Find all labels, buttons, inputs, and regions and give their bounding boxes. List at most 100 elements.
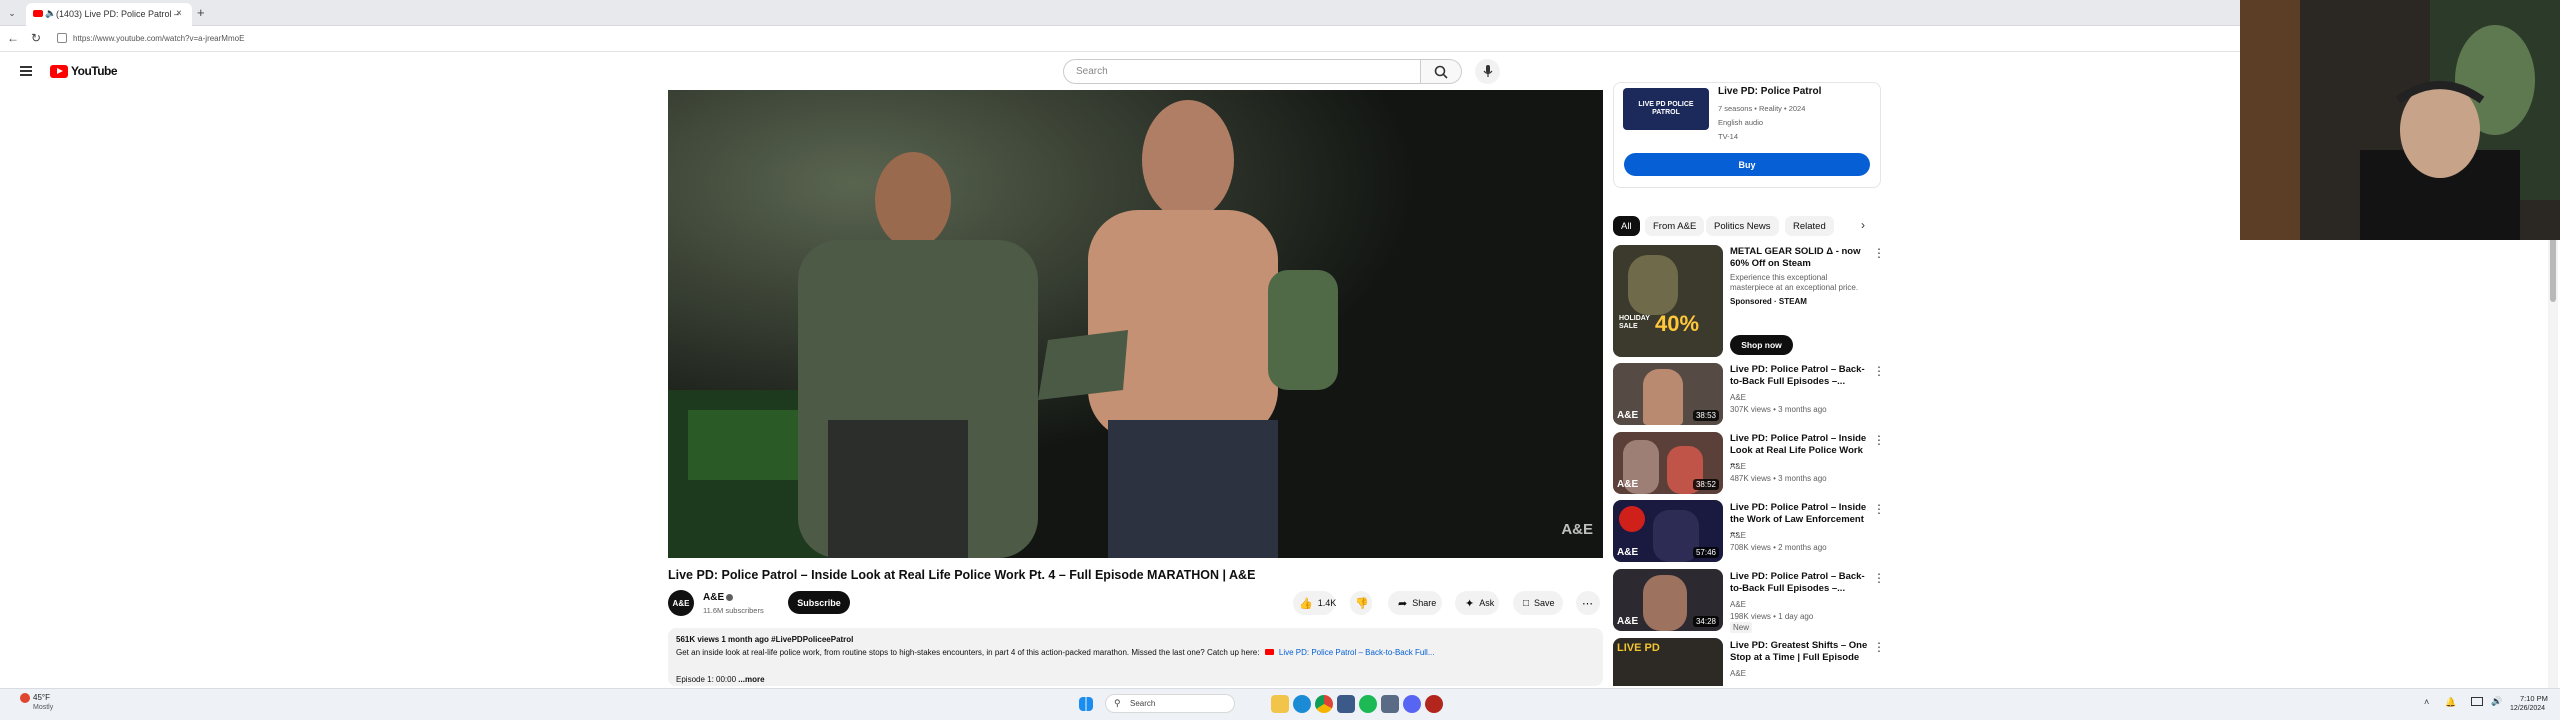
ad-title[interactable]: METAL GEAR SOLID Δ - now 60% Off on Stea… xyxy=(1730,246,1870,270)
tab-title: (1403) Live PD: Police Patrol – xyxy=(56,9,180,19)
discord-icon[interactable] xyxy=(1403,695,1421,713)
rec-title[interactable]: Live PD: Police Patrol – Inside the Work… xyxy=(1730,502,1870,538)
episode-timestamp[interactable]: Episode 1: 00:00 xyxy=(676,675,736,684)
game-app-icon[interactable] xyxy=(1425,695,1443,713)
network-icon[interactable] xyxy=(2471,697,2483,706)
chip-all[interactable]: All xyxy=(1613,216,1640,236)
like-button[interactable]: 👍 1.4K xyxy=(1293,591,1336,615)
more-actions-button[interactable]: ⋯ xyxy=(1576,591,1600,615)
edge-icon[interactable] xyxy=(1293,695,1311,713)
description-link[interactable]: Live PD: Police Patrol – Back-to-Back Fu… xyxy=(1279,648,1435,657)
chip-politics-news[interactable]: Politics News xyxy=(1706,216,1779,236)
windows-start-icon[interactable] xyxy=(1079,697,1093,711)
show-title: Live PD: Police Patrol xyxy=(1718,86,1822,97)
chip-related[interactable]: Related xyxy=(1785,216,1834,236)
file-explorer-icon[interactable] xyxy=(1271,695,1289,713)
rec-stats: 307K views • 3 months ago xyxy=(1730,405,1827,414)
ad-cta-label: Shop now xyxy=(1741,340,1782,350)
clock-date[interactable]: 12/26/2024 xyxy=(2510,705,2545,712)
video-duration: 38:53 xyxy=(1692,410,1719,421)
volume-icon[interactable]: 🔊 xyxy=(2491,696,2502,707)
video-player[interactable]: A&E xyxy=(668,90,1603,558)
save-button[interactable]: □ Save xyxy=(1513,591,1563,615)
youtube-logo[interactable]: YouTube xyxy=(50,63,118,79)
browser-tab-active[interactable]: 🔈 (1403) Live PD: Police Patrol – × xyxy=(26,3,192,26)
search-button[interactable] xyxy=(1421,59,1462,84)
rec-channel: A&E xyxy=(1730,531,1747,540)
rec-thumbnail[interactable]: A&E 34:28 xyxy=(1613,569,1723,631)
video-frame xyxy=(668,90,1603,558)
spotify-icon[interactable] xyxy=(1359,695,1377,713)
dislike-button[interactable]: 👎 xyxy=(1350,591,1372,615)
search-icon xyxy=(1434,65,1448,79)
app-icon[interactable] xyxy=(1381,695,1399,713)
rec-thumbnail[interactable]: A&E 38:53 xyxy=(1613,363,1723,425)
channel-name[interactable]: A&E xyxy=(703,592,724,603)
chip-from-ae[interactable]: From A&E xyxy=(1645,216,1705,236)
rec-title[interactable]: Live PD: Police Patrol – Back-to-Back Fu… xyxy=(1730,571,1870,595)
notification-bell-icon[interactable]: 🔔 xyxy=(2445,697,2456,708)
taskbar-search-icon: ⚲ xyxy=(1114,698,1121,708)
ad-more-icon[interactable]: ⋮ xyxy=(1873,246,1885,260)
ask-button[interactable]: ✦ Ask xyxy=(1455,591,1499,615)
video-duration: 57:46 xyxy=(1692,547,1719,558)
subscribe-label: Subscribe xyxy=(797,597,841,608)
rec-channel: A&E xyxy=(1730,393,1747,402)
new-badge: New xyxy=(1730,622,1753,633)
clock-time[interactable]: 7:10 PM xyxy=(2520,694,2548,703)
rec-thumbnail[interactable]: A&E 57:46 xyxy=(1613,500,1723,562)
close-tab-icon[interactable]: × xyxy=(176,8,182,19)
weather-icon[interactable] xyxy=(20,693,30,703)
youtube-play-icon xyxy=(50,64,68,78)
save-label: Save xyxy=(1534,598,1555,608)
subscribe-button[interactable]: Subscribe xyxy=(788,591,850,614)
rec-title[interactable]: Live PD: Police Patrol – Inside Look at … xyxy=(1730,433,1870,469)
description-body: Get an inside look at real-life police w… xyxy=(676,648,1260,657)
tray-chevron-icon[interactable]: ˄ xyxy=(2424,697,2429,707)
weather-temp[interactable]: 45°F xyxy=(33,693,50,702)
bookmark-icon: □ xyxy=(1523,597,1530,609)
video-title: Live PD: Police Patrol – Inside Look at … xyxy=(668,568,1256,582)
description-episode: Episode 1: 00:00 ...more xyxy=(676,675,765,684)
rec-more-icon[interactable]: ⋮ xyxy=(1873,364,1885,378)
address-bar: ← ↻ https://www.youtube.com/watch?v=a-jr… xyxy=(0,26,2240,52)
chrome-icon[interactable] xyxy=(1315,695,1333,713)
ad-thumb-small: HOLIDAY SALE xyxy=(1619,315,1650,330)
rec-stats: 198K views • 1 day ago xyxy=(1730,612,1814,621)
ad-cta-button[interactable]: Shop now xyxy=(1730,335,1793,355)
ad-thumb-big: 40% xyxy=(1655,311,1700,336)
url-field[interactable]: https://www.youtube.com/watch?v=a-jrearM… xyxy=(73,34,244,43)
rec-title[interactable]: Live PD: Police Patrol – Back-to-Back Fu… xyxy=(1730,364,1870,388)
chevron-right-icon[interactable]: › xyxy=(1861,218,1865,232)
buy-button[interactable]: Buy xyxy=(1624,153,1870,176)
channel-avatar[interactable]: A&E xyxy=(668,590,694,616)
ae-logo-icon: A&E xyxy=(1617,479,1639,490)
rec-more-icon[interactable]: ⋮ xyxy=(1873,502,1885,516)
tab-list-icon[interactable]: ⌄ xyxy=(6,7,18,19)
site-info-icon[interactable] xyxy=(57,33,67,43)
show-more-link[interactable]: ...more xyxy=(738,675,764,684)
taskbar-search[interactable]: ⚲ Search xyxy=(1105,694,1235,713)
show-thumbnail[interactable]: LIVE PD POLICE PATROL xyxy=(1623,88,1709,130)
menu-icon[interactable] xyxy=(20,66,32,76)
ae-logo-icon: A&E xyxy=(1617,410,1639,421)
rec-thumbnail[interactable]: A&E 38:52 xyxy=(1613,432,1723,494)
rec-more-icon[interactable]: ⋮ xyxy=(1873,640,1885,654)
thumb-figure xyxy=(1643,369,1683,425)
new-tab-icon[interactable]: + xyxy=(197,5,205,20)
refresh-icon[interactable]: ↻ xyxy=(31,31,41,45)
search-input[interactable]: Search xyxy=(1063,59,1421,84)
share-button[interactable]: ➦ Share xyxy=(1388,591,1442,615)
show-thumb-text: LIVE PD POLICE PATROL xyxy=(1638,101,1694,116)
speaker-icon: 🔈 xyxy=(45,8,57,18)
rec-thumbnail[interactable]: LIVE PD xyxy=(1613,638,1723,686)
calculator-icon[interactable] xyxy=(1337,695,1355,713)
ae-logo-icon: A&E xyxy=(1617,616,1639,627)
rec-title[interactable]: Live PD: Greatest Shifts – One Stop at a… xyxy=(1730,640,1870,664)
rec-more-icon[interactable]: ⋮ xyxy=(1873,433,1885,447)
ad-thumbnail[interactable]: HOLIDAY SALE 40% xyxy=(1613,245,1723,357)
rec-more-icon[interactable]: ⋮ xyxy=(1873,571,1885,585)
voice-search-button[interactable] xyxy=(1475,59,1500,84)
video-duration: 34:28 xyxy=(1692,616,1719,627)
back-arrow-icon[interactable]: ← xyxy=(7,31,19,45)
